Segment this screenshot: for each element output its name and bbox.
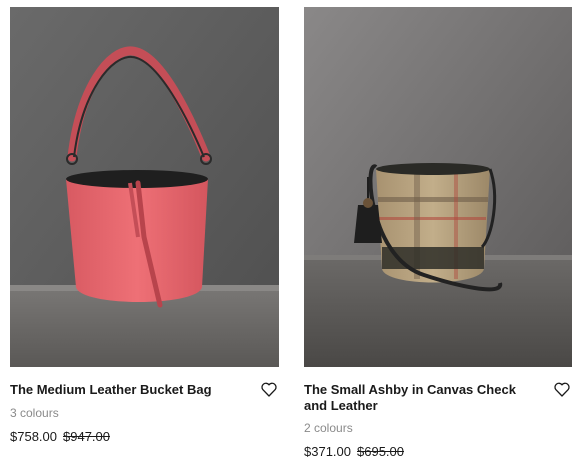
current-price: $371.00	[304, 444, 351, 459]
colour-count: 3 colours	[10, 406, 59, 420]
product-card[interactable]: The Small Ashby in Canvas Check and Leat…	[304, 0, 572, 459]
product-title[interactable]: The Medium Leather Bucket Bag	[10, 382, 230, 398]
product-title[interactable]: The Small Ashby in Canvas Check and Leat…	[304, 382, 524, 414]
original-price: $947.00	[63, 429, 110, 444]
product-image[interactable]	[304, 7, 572, 367]
heart-outline-icon[interactable]	[261, 382, 277, 397]
price: $758.00 $947.00	[10, 429, 110, 444]
current-price: $758.00	[10, 429, 57, 444]
heart-outline-icon[interactable]	[554, 382, 570, 397]
pink-leather-bucket-bag-photo	[10, 7, 279, 367]
check-canvas-bucket-bag-photo	[304, 7, 572, 367]
product-image[interactable]	[10, 7, 279, 367]
product-card[interactable]: The Medium Leather Bucket Bag 3 colours …	[10, 0, 279, 444]
price: $371.00 $695.00	[304, 444, 404, 459]
colour-count: 2 colours	[304, 421, 353, 435]
original-price: $695.00	[357, 444, 404, 459]
